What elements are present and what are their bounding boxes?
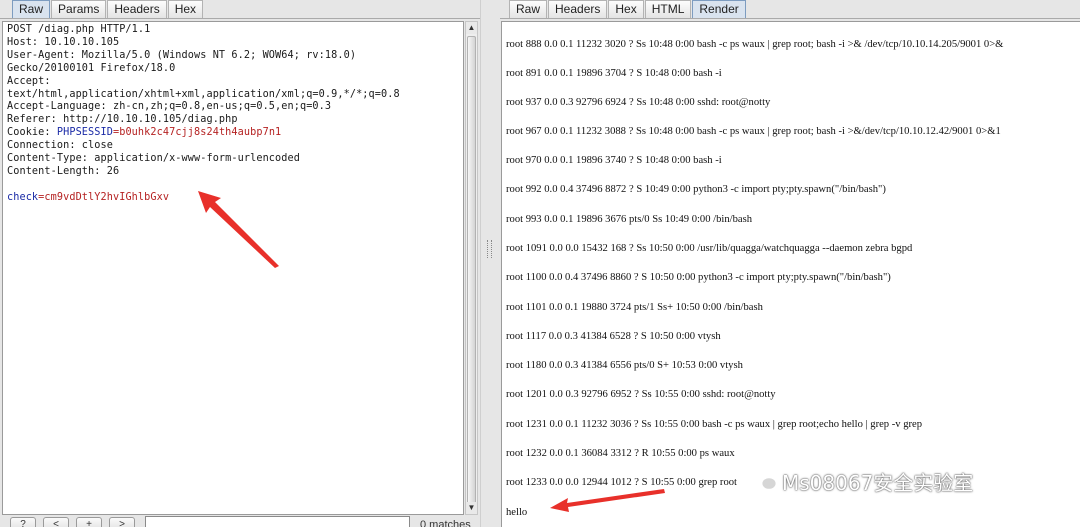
process-line: root 1201 0.0 0.3 92796 6952 ? Ss 10:55 … xyxy=(506,389,776,400)
render-view: root 888 0.0 0.1 11232 3020 ? Ss 10:48 0… xyxy=(501,21,1080,527)
process-line: root 992 0.0 0.4 37496 8872 ? S 10:49 0:… xyxy=(506,184,886,195)
cookie-header: Cookie: PHPSESSID=b0uhk2c47cjj8s24th4aub… xyxy=(3,127,463,140)
process-line: root 993 0.0 0.1 19896 3676 pts/0 Ss 10:… xyxy=(506,214,753,225)
request-line: User-Agent: Mozilla/5.0 (Windows NT 6.2;… xyxy=(7,49,357,61)
cookie-name: PHPSESSID xyxy=(56,127,113,139)
process-line: root 1101 0.0 0.1 19880 3724 pts/1 Ss+ 1… xyxy=(506,302,763,313)
previous-match-button[interactable]: < xyxy=(43,517,69,527)
request-line: Host: 10.10.10.105 xyxy=(7,36,120,48)
request-line: Connection: close xyxy=(7,140,113,152)
scroll-up-icon[interactable]: ▲ xyxy=(466,22,477,34)
tab-render[interactable]: Render xyxy=(692,0,746,18)
process-line: root 1232 0.0 0.1 36084 3312 ? R 10:55 0… xyxy=(506,448,735,459)
process-line: root 1233 0.0 0.0 12944 1012 ? S 10:55 0… xyxy=(506,477,737,488)
body-param-name: check xyxy=(7,191,39,203)
process-line: root 1117 0.0 0.3 41384 6528 ? S 10:50 0… xyxy=(506,331,721,342)
request-line: Referer: http://10.10.10.105/diag.php xyxy=(7,114,238,126)
splitter-grip-icon[interactable] xyxy=(487,240,492,258)
pane-splitter[interactable] xyxy=(480,0,500,527)
process-line: root 891 0.0 0.1 19896 3704 ? S 10:48 0:… xyxy=(506,68,722,79)
request-line: Content-Type: application/x-www-form-url… xyxy=(7,153,300,165)
request-line: Gecko/20100101 Firefox/18.0 xyxy=(7,62,176,74)
process-line: root 1180 0.0 0.3 41384 6556 pts/0 S+ 10… xyxy=(506,360,743,371)
request-line: POST /diag.php HTTP/1.1 xyxy=(7,24,151,35)
request-line: Accept: xyxy=(7,75,51,87)
request-line: Content-Length: 26 xyxy=(7,165,120,177)
tab-params[interactable]: Params xyxy=(51,0,107,18)
tab-hex[interactable]: Hex xyxy=(167,0,204,18)
request-tab-bar: Raw Params Headers Hex xyxy=(0,0,480,19)
cookie-value: b0uhk2c47cjj8s24th4aubp7n1 xyxy=(119,127,282,139)
scroll-thumb[interactable] xyxy=(467,36,476,504)
process-line: root 937 0.0 0.3 92796 6924 ? Ss 10:48 0… xyxy=(506,97,771,108)
cookie-prefix: Cookie: xyxy=(7,127,57,139)
request-line: Accept-Language: zh-cn,zh;q=0.8,en-us;q=… xyxy=(7,101,332,113)
search-bar: ? < + > 0 matches xyxy=(0,515,480,527)
tab-headers[interactable]: Headers xyxy=(107,0,167,18)
tab-raw[interactable]: Raw xyxy=(12,0,51,18)
response-pane: Raw Headers Hex HTML Render root 888 0.0… xyxy=(500,0,1080,527)
process-line: root 888 0.0 0.1 11232 3020 ? Ss 10:48 0… xyxy=(506,39,1004,50)
help-button[interactable]: ? xyxy=(10,517,36,527)
process-line: root 1091 0.0 0.0 15432 168 ? Ss 10:50 0… xyxy=(506,243,913,254)
tab-hex[interactable]: Hex xyxy=(608,0,644,18)
tab-headers[interactable]: Headers xyxy=(548,0,608,18)
request-editor[interactable]: POST /diag.php HTTP/1.1 Host: 10.10.10.1… xyxy=(2,21,464,515)
process-line: root 970 0.0 0.1 19896 3740 ? S 10:48 0:… xyxy=(506,155,722,166)
tab-html[interactable]: HTML xyxy=(644,0,692,18)
response-tab-bar: Raw Headers Hex HTML Render xyxy=(500,0,1080,19)
process-line: root 1231 0.0 0.1 11232 3036 ? Ss 10:55 … xyxy=(506,419,923,430)
body-param: check=cm9vdDtlY2hvIGhlbGxv xyxy=(3,192,463,205)
process-line: root 1100 0.0 0.4 37496 8860 ? S 10:50 0… xyxy=(506,272,891,283)
match-count: 0 matches xyxy=(420,519,471,527)
request-line: text/html,application/xhtml+xml,applicat… xyxy=(7,88,400,100)
tab-raw[interactable]: Raw xyxy=(509,0,548,18)
request-scrollbar[interactable]: ▲ ▼ xyxy=(465,21,478,515)
body-param-value: cm9vdDtlY2hvIGhlbGxv xyxy=(44,191,170,203)
hello-output: hello xyxy=(506,507,528,518)
request-pane: Raw Params Headers Hex POST /diag.php HT… xyxy=(0,0,480,527)
next-match-button[interactable]: > xyxy=(109,517,135,527)
scroll-down-icon[interactable]: ▼ xyxy=(466,502,477,514)
process-line: root 967 0.0 0.1 11232 3088 ? Ss 10:48 0… xyxy=(506,126,1001,137)
add-button[interactable]: + xyxy=(76,517,102,527)
search-input[interactable] xyxy=(145,516,410,527)
